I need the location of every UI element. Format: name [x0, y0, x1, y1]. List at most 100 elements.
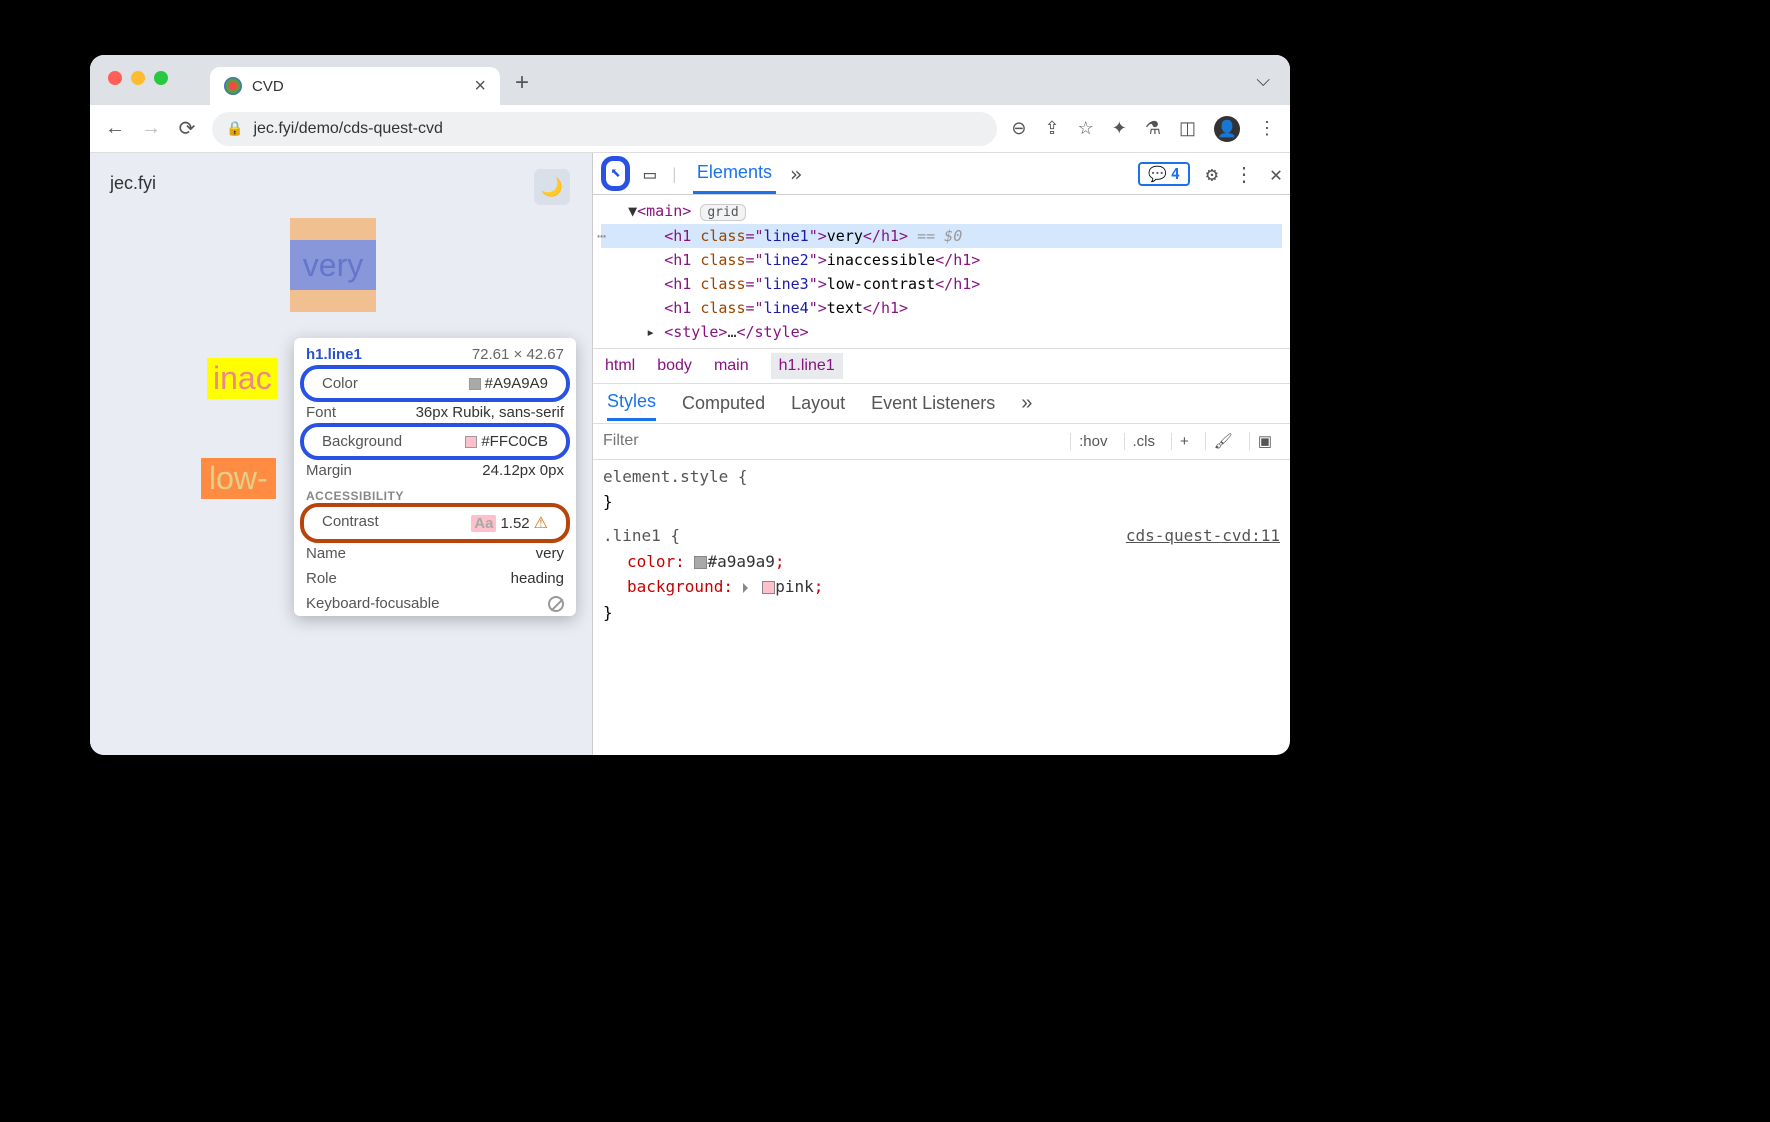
console-messages-badge[interactable]: 💬 4 [1138, 162, 1190, 186]
dom-main[interactable]: ▼<main> grid [601, 199, 1282, 224]
bookmark-icon[interactable]: ☆ [1078, 118, 1094, 139]
dark-mode-toggle[interactable]: 🌙 [534, 169, 570, 205]
tooltip-color-value: #A9A9A9 [485, 375, 548, 392]
paint-icon[interactable]: 🖌 [1205, 432, 1241, 450]
menu-icon[interactable]: ⋮ [1258, 118, 1276, 139]
dom-h1-line4[interactable]: <h1 class="line4">text</h1> [601, 296, 1282, 320]
tooltip-font-value: 36px Rubik, sans-serif [416, 404, 564, 421]
element-style-selector: element.style { [603, 467, 748, 486]
tooltip-name-value: very [536, 545, 564, 562]
close-brace-2: } [603, 600, 1280, 626]
url-text: jec.fyi/demo/cds-quest-cvd [253, 120, 442, 138]
favicon [224, 77, 242, 95]
close-window[interactable] [108, 71, 122, 85]
tab-computed[interactable]: Computed [682, 387, 765, 420]
more-tabs-icon[interactable]: » [790, 162, 802, 186]
tooltip-selector: h1.line1 [306, 346, 362, 363]
toolbar: ← → ⟳ 🔒 jec.fyi/demo/cds-quest-cvd ⊖ ⇪ ☆… [90, 105, 1290, 153]
sample-very[interactable]: very [290, 218, 376, 312]
color-swatch-css[interactable] [694, 556, 707, 569]
tab-list-chevron-icon[interactable]: ⌵ [1256, 70, 1270, 91]
minimize-window[interactable] [131, 71, 145, 85]
tooltip-dimensions: 72.61 × 42.67 [472, 346, 564, 363]
close-brace: } [603, 489, 1280, 515]
expand-shorthand-icon[interactable] [743, 583, 753, 593]
lock-icon[interactable]: 🔒 [226, 120, 243, 137]
more-style-tabs-icon[interactable]: » [1021, 392, 1032, 415]
bc-body[interactable]: body [657, 357, 692, 375]
titlebar: CVD × + ⌵ [90, 55, 1290, 105]
tooltip-bg-label: Background [322, 433, 402, 450]
zoom-out-icon[interactable]: ⊖ [1011, 118, 1026, 139]
tooltip-kb-label: Keyboard-focusable [306, 595, 439, 612]
hov-toggle[interactable]: :hov [1070, 433, 1115, 450]
tooltip-font-label: Font [306, 404, 336, 421]
computed-sidebar-icon[interactable]: ▣ [1249, 432, 1280, 450]
devtools-menu-icon[interactable]: ⋮ [1234, 162, 1254, 186]
devtools-tabs: ⬉ ▭ | Elements » 💬 4 ⚙ ⋮ ✕ [593, 153, 1290, 195]
style-tabs: Styles Computed Layout Event Listeners » [593, 384, 1290, 424]
profile-avatar[interactable]: 👤 [1214, 116, 1240, 142]
tooltip-role-label: Role [306, 570, 337, 587]
dom-tree[interactable]: ▼<main> grid <h1 class="line1">very</h1>… [593, 195, 1290, 348]
styles-pane[interactable]: element.style { } .line1 {cds-quest-cvd:… [593, 460, 1290, 630]
contrast-aa-badge: Aa [471, 515, 496, 532]
color-swatch [469, 378, 481, 390]
toolbar-right: ⊖ ⇪ ☆ ✦ ⚗ ◫ 👤 ⋮ [1011, 116, 1276, 142]
close-tab-icon[interactable]: × [474, 75, 486, 98]
dom-h1-line3[interactable]: <h1 class="line3">low-contrast</h1> [601, 272, 1282, 296]
sample-very-text: very [290, 240, 376, 290]
breadcrumbs: html body main h1.line1 [593, 348, 1290, 384]
cls-toggle[interactable]: .cls [1124, 433, 1164, 450]
element-tooltip: h1.line1 72.61 × 42.67 Color #A9A9A9 Fon… [294, 338, 576, 616]
tooltip-contrast-label: Contrast [322, 513, 379, 533]
maximize-window[interactable] [154, 71, 168, 85]
browser-window: CVD × + ⌵ ← → ⟳ 🔒 jec.fyi/demo/cds-quest… [90, 55, 1290, 755]
bc-main[interactable]: main [714, 357, 749, 375]
settings-gear-icon[interactable]: ⚙ [1206, 162, 1218, 186]
close-devtools-icon[interactable]: ✕ [1270, 162, 1282, 186]
tooltip-contrast-value: 1.52 [500, 515, 529, 532]
dom-style[interactable]: ▸ <style>…</style> [601, 320, 1282, 344]
filter-bar: :hov .cls + 🖌 ▣ [593, 424, 1290, 460]
page-title: jec.fyi [110, 173, 572, 194]
back-button[interactable]: ← [104, 118, 126, 140]
tab-elements[interactable]: Elements [693, 154, 776, 194]
devtools-panel: ⬉ ▭ | Elements » 💬 4 ⚙ ⋮ ✕ ▼<main> grid … [592, 153, 1290, 755]
sample-low-contrast[interactable]: low- [201, 458, 276, 499]
filter-input[interactable] [603, 432, 1062, 450]
grid-badge[interactable]: grid [700, 204, 745, 221]
new-rule-icon[interactable]: + [1171, 433, 1197, 450]
share-icon[interactable]: ⇪ [1045, 118, 1060, 139]
source-link[interactable]: cds-quest-cvd:11 [1126, 523, 1280, 549]
dom-h1-line1[interactable]: <h1 class="line1">very</h1> == $0 [601, 224, 1282, 248]
bc-h1[interactable]: h1.line1 [771, 353, 843, 379]
bg-swatch-css[interactable] [762, 581, 775, 594]
inspect-element-button[interactable]: ⬉ [601, 156, 630, 191]
extensions-icon[interactable]: ✦ [1112, 118, 1127, 139]
device-toggle-icon[interactable]: ▭ [644, 162, 656, 186]
tab-layout[interactable]: Layout [791, 387, 845, 420]
reload-button[interactable]: ⟳ [176, 118, 198, 140]
not-focusable-icon [548, 596, 564, 612]
tooltip-bg-value: #FFC0CB [481, 433, 548, 450]
content-area: jec.fyi 🌙 very inac low- h1.line1 72.61 … [90, 153, 1290, 755]
tab-styles[interactable]: Styles [607, 385, 656, 421]
bg-swatch [465, 436, 477, 448]
sample-inaccessible[interactable]: inac [207, 358, 278, 399]
tooltip-margin-value: 24.12px 0px [482, 462, 564, 479]
tooltip-a11y-header: ACCESSIBILITY [294, 483, 576, 505]
tab-event-listeners[interactable]: Event Listeners [871, 387, 995, 420]
bc-html[interactable]: html [605, 357, 635, 375]
warning-icon: ⚠ [534, 513, 548, 533]
tooltip-color-label: Color [322, 375, 358, 392]
browser-tab[interactable]: CVD × [210, 67, 500, 105]
address-bar[interactable]: 🔒 jec.fyi/demo/cds-quest-cvd [212, 112, 997, 146]
dom-h1-line2[interactable]: <h1 class="line2">inaccessible</h1> [601, 248, 1282, 272]
tooltip-margin-label: Margin [306, 462, 352, 479]
rendered-page: jec.fyi 🌙 very inac low- h1.line1 72.61 … [90, 153, 592, 755]
tab-title: CVD [252, 78, 284, 95]
new-tab-button[interactable]: + [515, 69, 529, 97]
labs-icon[interactable]: ⚗ [1145, 118, 1161, 139]
sidepanel-icon[interactable]: ◫ [1179, 118, 1196, 139]
